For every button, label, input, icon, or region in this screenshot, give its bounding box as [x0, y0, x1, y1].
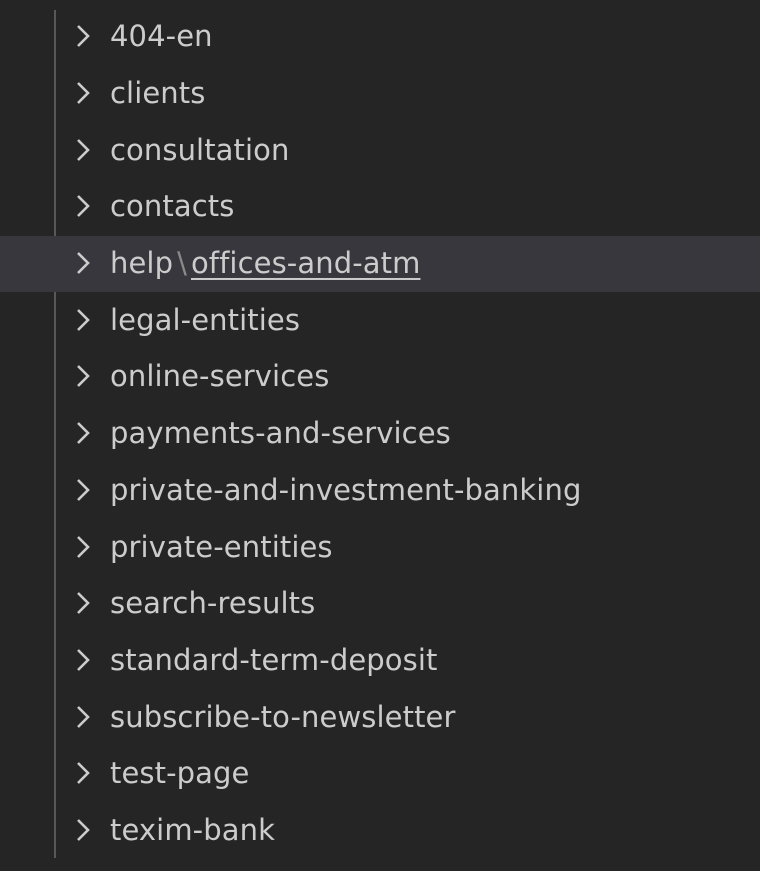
chevron-right-icon: [74, 704, 92, 730]
folder-item-private-entities[interactable]: private-entities: [0, 519, 760, 576]
folder-item-payments-and-services[interactable]: payments-and-services: [0, 406, 760, 463]
folder-item-search-results[interactable]: search-results: [0, 576, 760, 633]
chevron-right-icon: [74, 80, 92, 106]
folder-item-clients[interactable]: clients: [0, 66, 760, 123]
chevron-right-icon: [74, 23, 92, 49]
chevron-right-icon: [74, 363, 92, 389]
folder-item-404-en[interactable]: 404-en: [0, 9, 760, 66]
chevron-right-icon: [74, 420, 92, 446]
folder-item-help-offices-and-atm[interactable]: help \ offices-and-atm: [0, 235, 760, 293]
folder-label: private-entities: [110, 529, 333, 564]
path-separator: \: [177, 246, 187, 281]
folder-label: consultation: [110, 132, 290, 167]
folder-label: test-page: [110, 756, 250, 791]
chevron-right-icon: [74, 760, 92, 786]
folder-label: payments-and-services: [110, 416, 451, 451]
chevron-right-icon: [74, 137, 92, 163]
chevron-right-icon: [74, 534, 92, 560]
folder-item-contacts[interactable]: contacts: [0, 179, 760, 236]
chevron-right-icon: [74, 817, 92, 843]
folder-item-legal-entities[interactable]: legal-entities: [0, 292, 760, 349]
folder-item-private-and-investment-banking[interactable]: private-and-investment-banking: [0, 463, 760, 520]
chevron-right-icon: [74, 250, 92, 276]
compact-folder-parent[interactable]: help: [110, 246, 173, 280]
folder-label: 404-en: [110, 19, 213, 54]
folder-list: 404-en clients consultation contacts hel…: [0, 9, 760, 859]
compact-folder-label: help \ offices-and-atm: [110, 246, 420, 280]
chevron-right-icon: [74, 477, 92, 503]
chevron-right-icon: [74, 590, 92, 616]
folder-label: texim-bank: [110, 812, 275, 847]
chevron-right-icon: [74, 193, 92, 219]
folder-label: private-and-investment-banking: [110, 472, 582, 507]
folder-label: subscribe-to-newsletter: [110, 699, 456, 734]
folder-item-online-services[interactable]: online-services: [0, 349, 760, 406]
compact-folder-child[interactable]: offices-and-atm: [191, 246, 421, 280]
folder-label: contacts: [110, 189, 235, 224]
folder-item-consultation[interactable]: consultation: [0, 122, 760, 179]
chevron-right-icon: [74, 307, 92, 333]
folder-label: clients: [110, 76, 206, 111]
folder-item-test-page[interactable]: test-page: [0, 746, 760, 803]
folder-item-texim-bank[interactable]: texim-bank: [0, 803, 760, 860]
folder-item-standard-term-deposit[interactable]: standard-term-deposit: [0, 633, 760, 690]
folder-item-subscribe-to-newsletter[interactable]: subscribe-to-newsletter: [0, 689, 760, 746]
folder-label: search-results: [110, 586, 316, 621]
chevron-right-icon: [74, 647, 92, 673]
file-explorer-tree: 404-en clients consultation contacts hel…: [0, 0, 760, 871]
folder-label: standard-term-deposit: [110, 642, 438, 677]
folder-label: online-services: [110, 359, 330, 394]
folder-label: legal-entities: [110, 302, 301, 337]
